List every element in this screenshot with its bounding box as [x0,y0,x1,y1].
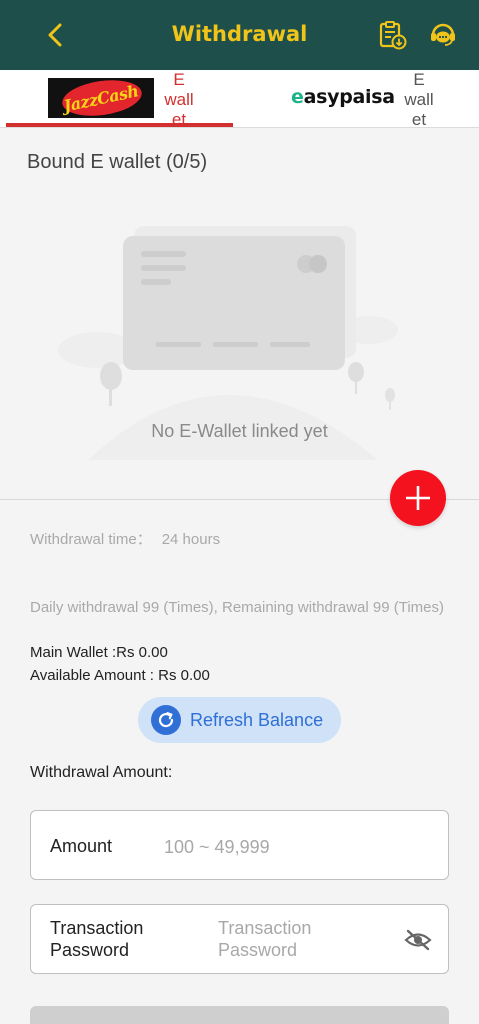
withdrawal-amount-label: Withdrawal Amount: [30,764,173,781]
chevron-left-icon [48,23,62,47]
submit-withdrawal-button[interactable] [30,1006,449,1024]
back-button[interactable] [38,18,72,52]
tab-jazzcash[interactable]: JazzCash E wall et [0,70,240,128]
refresh-icon [151,705,181,735]
withdrawal-time-label: Withdrawal time： [30,531,152,548]
amount-field: Amount [30,810,449,880]
toggle-password-visibility-button[interactable] [403,925,433,955]
easypaisa-logo: easypaisa [291,86,395,108]
app-header: Withdrawal [0,0,479,70]
plus-icon [406,486,430,510]
tab-easypaisa-label: E wall et [404,70,434,126]
wallet-type-tabs: JazzCash E wall et easypaisa E wall et [0,70,479,128]
daily-withdrawal-limit: Daily withdrawal 99 (Times), Remaining w… [30,599,445,616]
amount-input[interactable] [164,835,424,859]
available-amount: Available Amount : Rs 0.00 [30,667,210,684]
transaction-password-input[interactable]: Transaction Password [218,917,358,961]
empty-state-text: No E-Wallet linked yet [151,421,328,441]
jazzcash-logo: JazzCash [48,78,154,118]
amount-label: Amount [50,836,113,856]
transaction-password-label: Transaction Password [50,918,144,960]
tab-easypaisa[interactable]: easypaisa E wall et [240,70,479,128]
active-tab-indicator [6,123,233,127]
withdrawal-time-value: 24 hours [161,531,221,548]
withdrawal-time: Withdrawal time： 24 hours [30,528,220,551]
eye-off-icon [404,929,432,951]
transaction-password-field: Transaction Password Transaction Passwor… [30,904,449,974]
withdrawal-records-button[interactable] [376,18,410,52]
clipboard-download-icon [379,21,407,50]
customer-service-button[interactable] [426,18,460,52]
bound-wallet-title: Bound E wallet (0/5) [27,151,208,173]
tab-jazzcash-label: E wall et [164,70,194,126]
main-wallet-balance: Main Wallet :Rs 0.00 [30,644,168,661]
customer-service-icon [431,23,455,46]
add-wallet-button[interactable] [390,470,446,526]
refresh-balance-label: Refresh Balance [190,709,324,730]
refresh-balance-button[interactable]: Refresh Balance [138,697,341,743]
